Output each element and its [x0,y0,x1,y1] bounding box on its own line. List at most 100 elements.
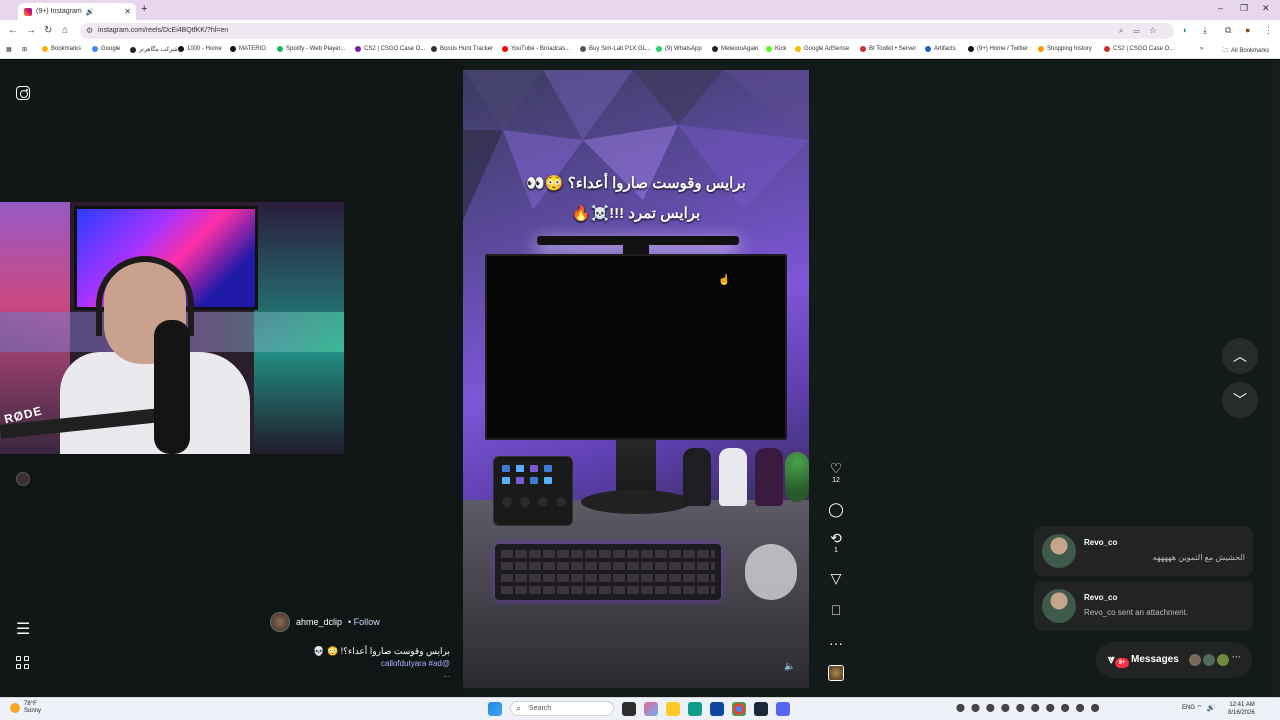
site-info-icon[interactable]: ⚙ [86,23,93,39]
ghostface-figure [719,448,747,506]
author-avatar[interactable] [270,612,290,632]
reel-overlay-title-2: برايس تمرد !!!☠️🔥 [571,205,701,222]
save-button[interactable]: ⎕ [822,602,850,618]
apps-icon[interactable]: ▦ [6,46,12,53]
bookmark-icon: ⎕ [831,602,841,618]
chrome-icon[interactable] [732,701,746,716]
task-view-icon[interactable] [622,701,636,716]
bookmarks-bar: ▦ ⊞ Bookmarks Google شرکت مگاهرتز 1000 -… [0,42,1280,59]
tab-title: (9+) Instagram [36,8,82,15]
speaker-icon[interactable]: 🔊 [86,8,95,16]
taskbar: 78°F Sunny Search ⬤⬤⬤⬤⬤⬤⬤⬤⬤⬤ ENG ⌔🔊 12:4… [0,697,1280,720]
close-window-button[interactable]: ✕ [1262,3,1270,14]
edge-icon[interactable] [688,701,702,716]
url-input[interactable]: ⚙ instagram.com/reels/DcEi4BQtfKK/?hl=en… [80,23,1174,39]
bookmark-item[interactable]: CS2 | CSGO Case O... [355,46,425,52]
minimize-button[interactable]: – [1218,3,1223,13]
maximize-button[interactable]: ❐ [1240,3,1248,14]
grid-icon[interactable]: ⊞ [22,46,27,53]
all-bookmarks-folder[interactable]: 🗀 All Bookmarks [1222,46,1269,56]
copilot-icon[interactable] [644,701,658,716]
close-tab-icon[interactable]: ✕ [124,7,131,16]
discord-icon[interactable] [776,701,790,716]
bookmark-item[interactable]: BI Toolkit • Server [860,46,916,52]
network-volume-icons[interactable]: ⌔🔊 [1196,704,1219,713]
more-options-button[interactable]: ··· [822,635,850,651]
more-bookmarks-icon[interactable]: » [1200,46,1203,52]
like-button[interactable]: ♡ 12 [822,460,850,484]
caption-more[interactable]: ... [270,670,450,679]
author-username[interactable]: ahme_dclip [296,617,342,627]
more-icon: ··· [1232,652,1241,662]
extension-icon[interactable]: ◗ [1182,25,1187,35]
bookmark-item[interactable]: Bookmarks [42,46,81,52]
weather-widget[interactable]: 78°F Sunny [10,701,41,715]
system-tray-icons[interactable]: ⬤⬤⬤⬤⬤⬤⬤⬤⬤⬤ [956,703,1106,712]
reel-caption: برايس وقوست صاروا أعداء؟! 😳 💀 [313,646,450,656]
follow-button[interactable]: • Follow [348,617,380,627]
bookmark-item[interactable]: Spotify - Web Player... [277,46,345,52]
store-icon[interactable] [710,701,724,716]
steam-icon[interactable] [754,701,768,716]
profile-avatar[interactable] [16,472,30,486]
menu-kebab-icon[interactable]: ⋮ [1264,25,1273,36]
comment-button[interactable]: ◯ [822,501,850,517]
more-apps-icon[interactable] [16,656,30,670]
message-notification[interactable]: Revo_co الحشيش مع التموين هههههه [1034,526,1253,576]
menu-icon[interactable]: ☰ [16,622,30,638]
bookmark-item[interactable]: Artifacts [925,46,956,52]
page-scrollbar[interactable] [1272,60,1280,697]
reel-hashtags[interactable]: callofdutyara #ad@ [270,659,450,668]
bookmark-item[interactable]: Google AdSense [795,46,849,52]
send-icon: ▽ [830,570,842,586]
bookmark-item[interactable]: Kick [766,46,786,52]
previous-reel-button[interactable]: ︿ [1222,338,1258,374]
bookmark-item[interactable]: MATERIO [230,46,266,52]
language-indicator[interactable]: ENG [1182,705,1195,711]
bookmark-item[interactable]: شرکت مگاهرتز [130,46,178,53]
taskbar-search[interactable]: Search [510,701,614,716]
webcam-overlay: RØDE [0,202,344,454]
extensions-icon[interactable]: ⧉ [1225,25,1231,36]
new-tab-button[interactable]: + [141,3,147,15]
bookmark-item[interactable]: (9+) Home / Twitter [968,46,1028,52]
bookmark-item[interactable]: CS2 | CSGO Case O... [1104,46,1174,52]
reel-video[interactable]: برايس وقوست صاروا أعداء؟ 😳👀 برايس تمرد !… [463,70,809,688]
file-explorer-icon[interactable] [666,701,680,716]
bookmark-item[interactable]: Bonus Hunt Tracker [431,46,493,52]
download-icon[interactable]: ⤓ [1203,25,1207,36]
heart-icon: ♡ [829,460,843,476]
bookmark-item[interactable]: MeteoroAgain [712,46,758,52]
clock[interactable]: 12:41 AM 8/16/2026 [1228,701,1255,717]
monitor-lightbar [537,236,739,245]
star-icon[interactable]: ☆ [1149,26,1166,35]
browser-tab-instagram[interactable]: (9+) Instagram 🔊 ✕ [18,3,136,20]
bookmark-item[interactable]: YouTube - Broadcas... [502,46,570,52]
share-button[interactable]: ▽ [822,570,850,586]
bookmark-item[interactable]: (9) WhatsApp [656,46,702,52]
windows-start-icon[interactable] [488,701,502,716]
zoom-icon[interactable]: ⌕ [1119,26,1133,35]
more-icon: ··· [829,635,843,651]
bookmark-item[interactable]: Google [92,46,120,52]
forward-icon[interactable]: → [26,25,36,36]
volume-icon[interactable]: 🔈 [784,661,795,672]
repost-count: 1 [834,547,838,554]
repost-button[interactable]: ⟲ 1 [822,530,850,554]
audio-avatar[interactable] [828,665,844,681]
next-reel-button[interactable]: ﹀ [1222,382,1258,418]
message-notification[interactable]: Revo_co Revo_co sent an attachment. [1034,581,1253,631]
bookmark-item[interactable]: Shopping history [1038,46,1092,52]
bookmark-item[interactable]: Buy Sim-Lab P1X GL... [580,46,651,52]
messages-button[interactable]: ⩔ 9+ Messages ··· [1096,642,1252,678]
profile-avatar-icon[interactable]: ● [1245,25,1250,35]
weather-text: 78°F Sunny [24,701,41,715]
home-icon[interactable]: ⌂ [62,25,68,36]
reload-icon[interactable]: ↻ [44,25,52,36]
cast-icon[interactable]: ▭ [1133,26,1149,35]
bookmark-item[interactable]: 1000 - Home [178,46,222,52]
back-icon[interactable]: ← [8,25,18,36]
unread-badge: 9+ [1115,658,1129,668]
instagram-logo-icon[interactable] [16,86,30,100]
mouse-cursor-icon: ☝ [718,275,731,286]
